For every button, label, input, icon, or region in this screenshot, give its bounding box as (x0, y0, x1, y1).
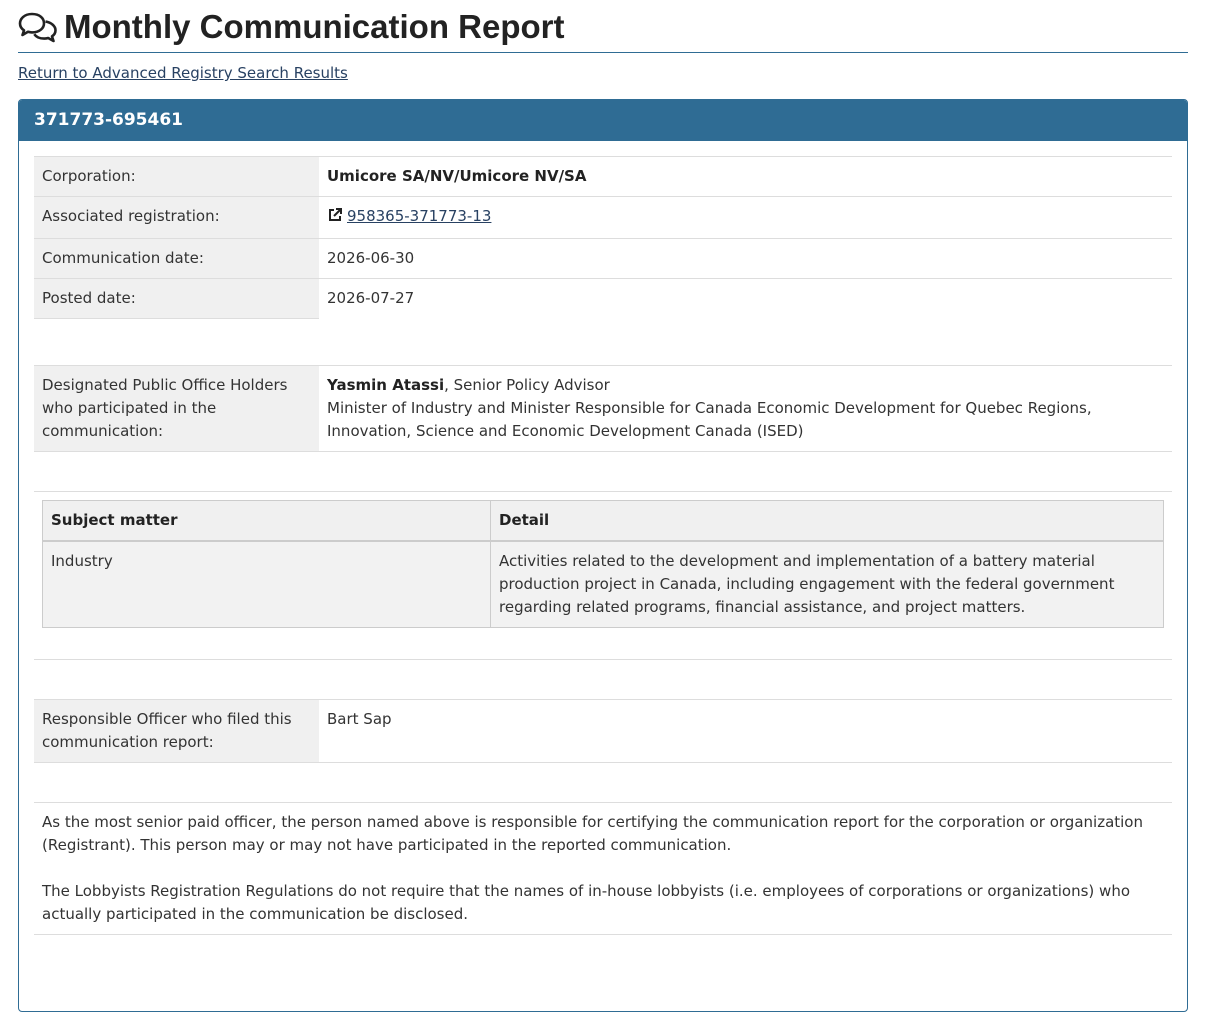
responsible-officer-value: Bart Sap (319, 699, 1172, 763)
responsible-officer-label: Responsible Officer who filed this commu… (34, 699, 319, 763)
panel-heading: 371773-695461 (19, 100, 1187, 141)
table-header-row: Subject matter Detail (42, 500, 1164, 542)
subject-cell: Industry (42, 541, 491, 628)
dpoh-role: , Senior Policy Advisor (444, 376, 610, 394)
back-to-search-results-link[interactable]: Return to Advanced Registry Search Resul… (18, 64, 348, 82)
dpoh-label: Designated Public Office Holders who par… (34, 365, 319, 452)
table-row: Posted date: 2026-07-27 (34, 278, 1172, 319)
detail-header: Detail (490, 500, 1164, 542)
table-row: Industry Activities related to the devel… (42, 541, 1164, 628)
table-row: Responsible Officer who filed this commu… (34, 699, 1172, 763)
subject-matter-header: Subject matter (42, 500, 491, 542)
communication-date-label: Communication date: (34, 238, 319, 279)
dpoh-table: Designated Public Office Holders who par… (34, 365, 1172, 452)
page-title-text: Monthly Communication Report (64, 8, 565, 45)
external-link-icon (327, 207, 343, 230)
posted-date-value: 2026-07-27 (319, 278, 1172, 319)
page-title: Monthly Communication Report (18, 6, 1188, 53)
posted-date-label: Posted date: (34, 278, 319, 319)
subject-matter-section: Subject matter Detail Industry Activitie… (34, 491, 1172, 660)
regulations-paragraph: The Lobbyists Registration Regulations d… (42, 882, 1130, 923)
associated-registration-label: Associated registration: (34, 196, 319, 239)
subject-matter-table: Subject matter Detail Industry Activitie… (42, 500, 1164, 628)
communication-date-value: 2026-06-30 (319, 238, 1172, 279)
report-panel: 371773-695461 Corporation: Umicore SA/NV… (18, 99, 1188, 1012)
corporation-label: Corporation: (34, 156, 319, 197)
dpoh-value: Yasmin Atassi, Senior Policy Advisor Min… (319, 365, 1172, 452)
report-details-table: Corporation: Umicore SA/NV/Umicore NV/SA… (34, 156, 1172, 319)
comments-icon (18, 10, 58, 44)
table-row: Corporation: Umicore SA/NV/Umicore NV/SA (34, 156, 1172, 197)
associated-registration-number: 958365-371773-13 (347, 207, 492, 225)
panel-body: Corporation: Umicore SA/NV/Umicore NV/SA… (19, 141, 1187, 935)
officer-table: Responsible Officer who filed this commu… (34, 699, 1172, 763)
certification-note: As the most senior paid officer, the per… (34, 802, 1172, 935)
detail-cell: Activities related to the development an… (490, 541, 1164, 628)
corporation-value: Umicore SA/NV/Umicore NV/SA (319, 156, 1172, 197)
table-row: Associated registration: 958365-371773-1… (34, 196, 1172, 239)
certification-paragraph: As the most senior paid officer, the per… (42, 813, 1143, 854)
table-row: Communication date: 2026-06-30 (34, 238, 1172, 279)
table-row: Designated Public Office Holders who par… (34, 365, 1172, 452)
associated-registration-cell: 958365-371773-13 (319, 196, 1172, 239)
associated-registration-link[interactable]: 958365-371773-13 (327, 207, 491, 225)
dpoh-name: Yasmin Atassi (327, 376, 445, 394)
dpoh-office: Minister of Industry and Minister Respon… (327, 399, 1092, 440)
page: Monthly Communication Report Return to A… (0, 0, 1205, 1012)
